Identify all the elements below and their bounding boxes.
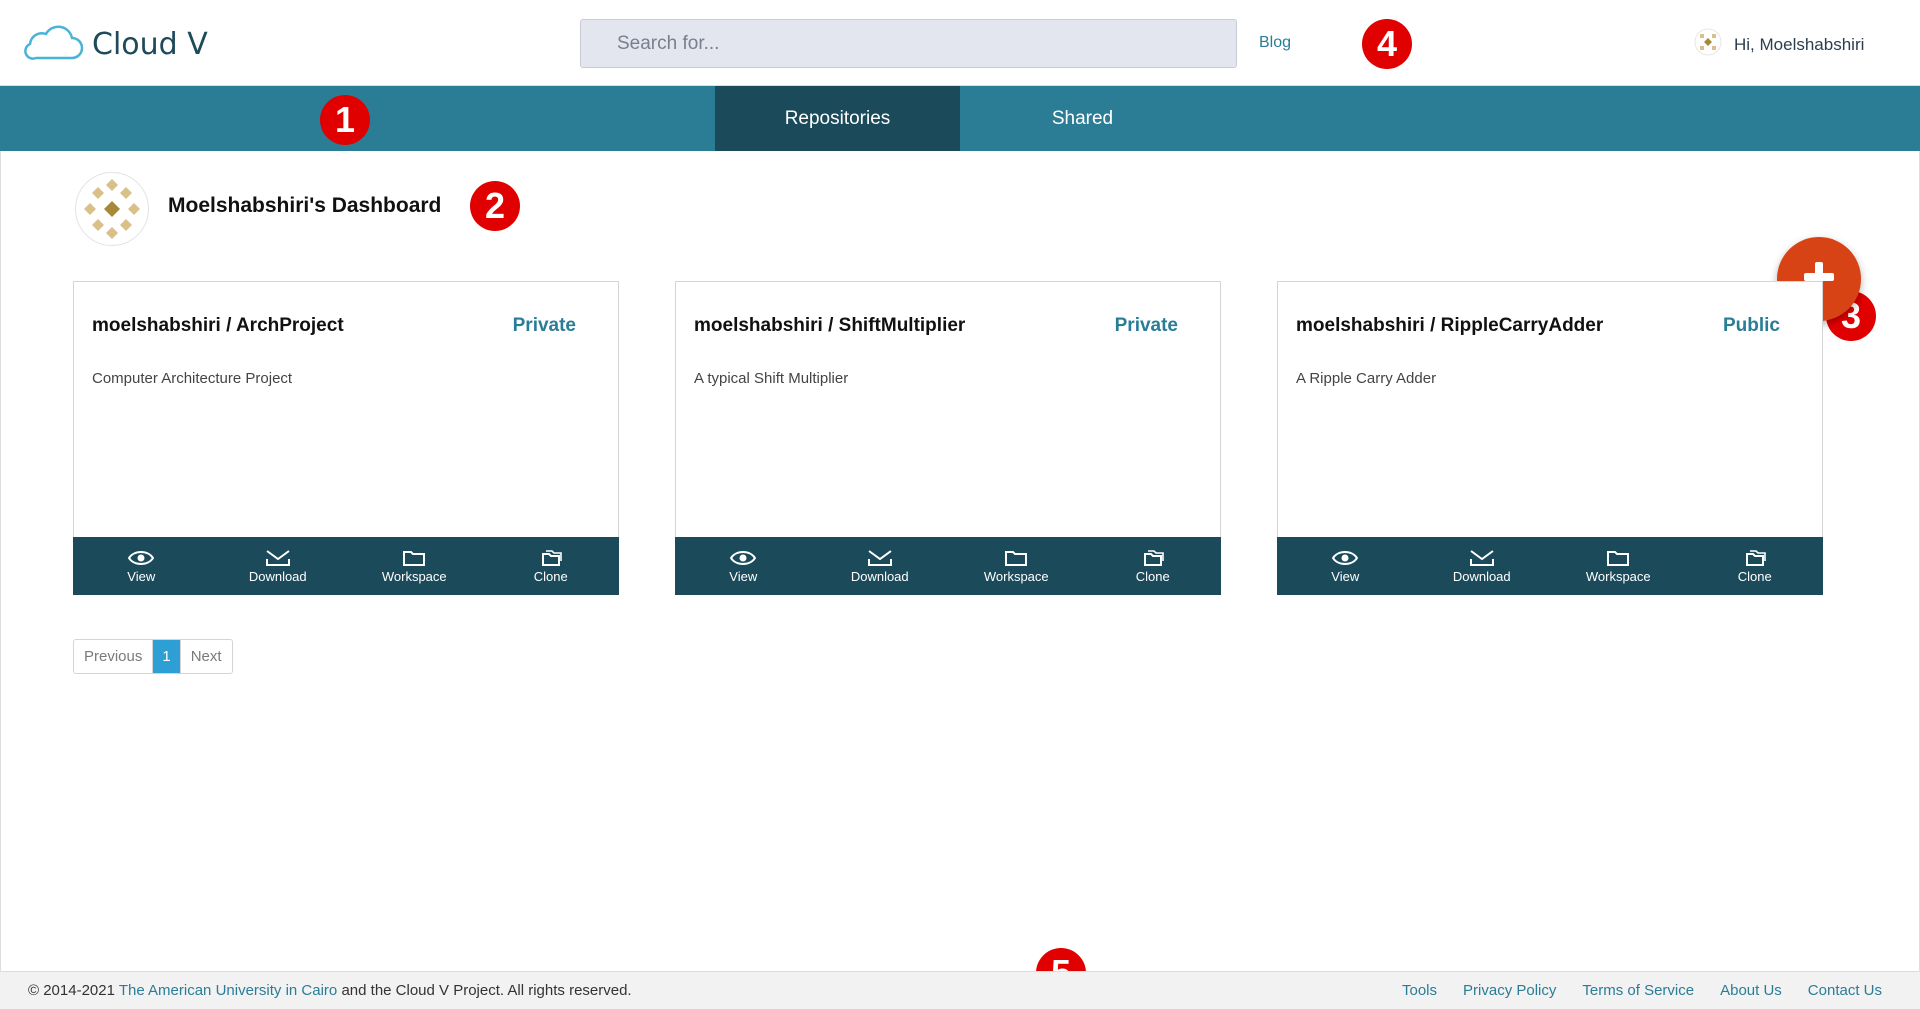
university-link[interactable]: The American University in Cairo <box>119 982 337 999</box>
blog-link[interactable]: Blog <box>1259 34 1291 52</box>
clone-label: Clone <box>533 568 568 584</box>
search-input[interactable]: Search for... <box>580 19 1237 68</box>
repo-description: A Ripple Carry Adder <box>1296 370 1437 387</box>
download-button[interactable]: Download <box>1414 537 1551 595</box>
current-page-button[interactable]: 1 <box>152 640 180 673</box>
view-label: View <box>127 568 156 584</box>
repo-visibility: Private <box>512 315 576 336</box>
view-button[interactable]: View <box>675 537 812 595</box>
clone-button[interactable]: Clone <box>1085 537 1222 595</box>
eye-icon <box>128 550 155 565</box>
tab-shared[interactable]: Shared <box>960 86 1205 151</box>
download-button[interactable]: Download <box>210 537 347 595</box>
clone-button[interactable]: Clone <box>483 537 620 595</box>
repo-card: moelshabshiri / ArchProject Private Comp… <box>73 281 619 595</box>
repo-actions: View Download Workspace Clone <box>1277 537 1823 595</box>
repo-title[interactable]: moelshabshiri / ArchProject <box>92 315 344 337</box>
download-icon <box>1469 549 1494 566</box>
footer: © 2014-2021 The American University in C… <box>0 971 1920 1009</box>
page-title: Moelshabshiri's Dashboard <box>168 194 442 217</box>
annotation-badge-4: 4 <box>1362 19 1412 69</box>
copyright-prefix: © 2014-2021 <box>28 982 115 999</box>
cloud-icon <box>22 22 84 67</box>
view-button[interactable]: View <box>1277 537 1414 595</box>
workspace-button[interactable]: Workspace <box>1550 537 1687 595</box>
repo-visibility: Public <box>1722 315 1780 336</box>
download-label: Download <box>1452 568 1511 584</box>
workspace-label: Workspace <box>381 568 447 584</box>
folder-icon <box>1005 550 1028 566</box>
download-icon <box>265 549 290 566</box>
app-logo[interactable]: Cloud V <box>22 22 208 67</box>
footer-link-contact[interactable]: Contact Us <box>1808 982 1882 999</box>
footer-link-terms[interactable]: Terms of Service <box>1582 982 1694 999</box>
repo-card: moelshabshiri / RippleCarryAdder Public … <box>1277 281 1823 595</box>
dashboard-avatar <box>75 172 149 246</box>
view-label: View <box>1331 568 1360 584</box>
footer-links: Tools Privacy Policy Terms of Service Ab… <box>1402 982 1882 999</box>
main-nav: Repositories Shared <box>0 86 1920 151</box>
footer-link-tools[interactable]: Tools <box>1402 982 1437 999</box>
eye-icon <box>730 550 757 565</box>
repo-actions: View Download Workspace Clone <box>73 537 619 595</box>
eye-icon <box>1332 550 1359 565</box>
download-icon <box>867 549 892 566</box>
annotation-badge-2: 2 <box>470 181 520 231</box>
workspace-label: Workspace <box>1585 568 1651 584</box>
clone-label: Clone <box>1737 568 1772 584</box>
copyright-suffix: and the Cloud V Project. All rights rese… <box>341 982 632 999</box>
view-label: View <box>729 568 758 584</box>
workspace-button[interactable]: Workspace <box>346 537 483 595</box>
annotation-badge-1: 1 <box>320 95 370 145</box>
next-page-button[interactable]: Next <box>179 640 232 673</box>
folder-icon <box>1607 550 1630 566</box>
repo-visibility: Private <box>1114 315 1178 336</box>
app-name: Cloud V <box>92 27 208 62</box>
top-header: Cloud V Search for... Blog Hi, Moelshabs… <box>0 0 1920 86</box>
download-label: Download <box>850 568 909 584</box>
clone-icon <box>541 549 562 566</box>
view-button[interactable]: View <box>73 537 210 595</box>
copyright: © 2014-2021 The American University in C… <box>28 982 632 999</box>
repo-description: Computer Architecture Project <box>92 370 293 387</box>
pagination: Previous 1 Next <box>73 639 233 674</box>
clone-icon <box>1745 549 1766 566</box>
workspace-button[interactable]: Workspace <box>948 537 1085 595</box>
repo-description: A typical Shift Multiplier <box>694 370 849 387</box>
repo-card: moelshabshiri / ShiftMultiplier Private … <box>675 281 1221 595</box>
download-label: Download <box>248 568 307 584</box>
footer-link-privacy[interactable]: Privacy Policy <box>1463 982 1556 999</box>
repo-title[interactable]: moelshabshiri / ShiftMultiplier <box>694 315 965 337</box>
repo-title[interactable]: moelshabshiri / RippleCarryAdder <box>1296 315 1603 337</box>
tab-repositories[interactable]: Repositories <box>715 86 960 151</box>
download-button[interactable]: Download <box>812 537 949 595</box>
repo-actions: View Download Workspace Clone <box>675 537 1221 595</box>
workspace-label: Workspace <box>983 568 1049 584</box>
page-border-left <box>0 151 1 971</box>
clone-label: Clone <box>1135 568 1170 584</box>
previous-page-button[interactable]: Previous <box>74 640 153 673</box>
clone-icon <box>1143 549 1164 566</box>
user-greeting: Hi, Moelshabshiri <box>1734 34 1865 54</box>
folder-icon <box>403 550 426 566</box>
user-menu[interactable]: Hi, Moelshabshiri <box>1694 28 1864 61</box>
clone-button[interactable]: Clone <box>1687 537 1824 595</box>
footer-link-about[interactable]: About Us <box>1720 982 1782 999</box>
avatar <box>1694 28 1722 61</box>
